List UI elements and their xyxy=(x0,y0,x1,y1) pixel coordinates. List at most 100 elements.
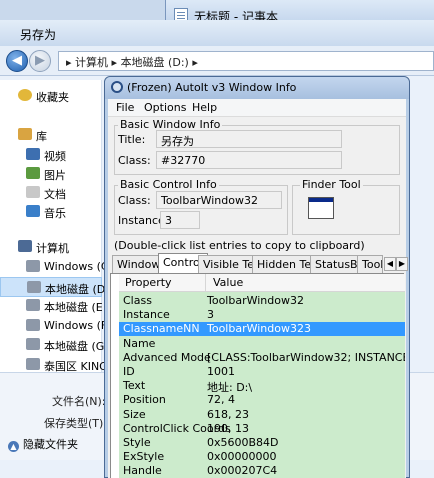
header-value[interactable]: Value xyxy=(213,276,243,289)
clipboard-hint: (Double-click list entries to copy to cl… xyxy=(114,239,365,252)
autoit-title: (Frozen) AutoIt v3 Window Info xyxy=(127,81,297,94)
property-name: Size xyxy=(123,407,146,421)
library-icon xyxy=(18,128,32,140)
breadcrumb-item-drive[interactable]: 本地磁盘 (D:) xyxy=(121,56,189,69)
nav-item-label: Windows (F xyxy=(44,319,108,332)
tab-strip: Window Control Visible Text Hidden Text … xyxy=(112,253,408,275)
nav-item[interactable]: 收藏夹 xyxy=(0,86,102,106)
control-instance-value[interactable]: 3 xyxy=(160,211,200,229)
nav-item[interactable]: 视频 xyxy=(0,145,102,165)
nav-item-label: 库 xyxy=(36,130,47,143)
header-divider[interactable] xyxy=(205,274,206,292)
filename-label: 文件名(N): xyxy=(52,395,106,408)
hide-folders-label: 隐藏文件夹 xyxy=(23,438,78,451)
menu-help[interactable]: Help xyxy=(192,101,217,114)
nav-item[interactable]: 本地磁盘 (E: xyxy=(0,296,106,316)
list-body: Class ToolbarWindow32 Instance 3 ClassnameNN… xyxy=(119,292,405,478)
save-as-title: 另存为 xyxy=(20,28,57,42)
nav-item[interactable]: Windows (C xyxy=(0,257,109,277)
table-row[interactable]: Size 618, 23 xyxy=(119,408,405,422)
hide-folders-button[interactable]: ▲ 隐藏文件夹 xyxy=(8,436,78,452)
table-row[interactable]: Handle 0x000207C4 xyxy=(119,464,405,478)
tab-scroll-right[interactable]: ▶ xyxy=(396,257,408,271)
table-row[interactable]: ControlClick Coords 190, 13 xyxy=(119,422,405,436)
property-name: ID xyxy=(123,365,135,378)
arrow-right-icon: ▶ xyxy=(35,53,45,68)
autoit-titlebar[interactable]: (Frozen) AutoIt v3 Window Info xyxy=(105,77,409,99)
document-icon xyxy=(26,186,40,198)
nav-item-label: 收藏夹 xyxy=(36,91,69,104)
nav-item[interactable]: 图片 xyxy=(0,164,102,184)
arrow-left-icon: ◀ xyxy=(12,53,22,68)
table-row[interactable]: ExStyle 0x00000000 xyxy=(119,450,405,464)
video-icon xyxy=(26,148,40,160)
star-icon xyxy=(18,89,32,101)
nav-item[interactable]: 计算机 xyxy=(0,237,102,257)
tab-toolbar[interactable]: ToolB xyxy=(357,255,383,273)
basic-control-group-label: Basic Control Info xyxy=(118,178,219,191)
property-name: Advanced Mode xyxy=(123,350,211,364)
property-name: Position xyxy=(123,393,166,407)
nav-item[interactable]: 本地磁盘 (G: xyxy=(0,335,108,355)
property-name: Instance xyxy=(123,308,170,322)
window-title-label: Title: xyxy=(118,133,146,146)
forward-button[interactable]: ▶ xyxy=(29,50,51,72)
chevron-icon: ▸ xyxy=(66,56,76,69)
nav-item-label: 文档 xyxy=(44,188,66,201)
nav-item[interactable]: 本地磁盘 (D: xyxy=(0,277,109,297)
nav-item[interactable]: 音乐 xyxy=(0,202,102,222)
table-row[interactable]: Position 72, 4 xyxy=(119,393,405,407)
property-list[interactable]: Property Value Class ToolbarWindow32 Insta… xyxy=(110,273,405,478)
table-row[interactable]: Name xyxy=(119,337,405,351)
list-header: Property Value xyxy=(119,274,405,292)
table-row[interactable]: Instance 3 xyxy=(119,308,405,322)
menu-options[interactable]: Options xyxy=(144,101,186,114)
property-value: 0x000207C4 xyxy=(207,464,278,478)
table-row[interactable]: Class ToolbarWindow32 xyxy=(119,294,405,308)
table-row[interactable]: Advanced Mode [CLASS:ToolbarWindow32; INS… xyxy=(119,351,405,365)
property-name: Handle xyxy=(123,464,162,478)
property-value: 0x5600B84D xyxy=(207,436,279,449)
property-value: [CLASS:ToolbarWindow32; INSTANCE:3] xyxy=(207,350,405,364)
nav-item[interactable]: 文档 xyxy=(0,183,102,203)
control-class-value[interactable]: ToolbarWindow32 xyxy=(156,191,282,209)
computer-icon xyxy=(18,240,32,252)
header-property[interactable]: Property xyxy=(125,276,172,289)
property-value: 618, 23 xyxy=(207,407,249,421)
drive-icon xyxy=(26,299,40,311)
property-name: ExStyle xyxy=(123,450,165,464)
table-row[interactable]: Style 0x5600B84D xyxy=(119,436,405,450)
menu-bar: File Options Help xyxy=(108,99,406,117)
menu-file[interactable]: File xyxy=(116,101,134,114)
nav-item-label: Windows (C xyxy=(44,260,109,273)
tab-scroll-left[interactable]: ◀ xyxy=(384,257,396,271)
autoit-window-info: (Frozen) AutoIt v3 Window Info File Opti… xyxy=(104,76,410,478)
window-class-label: Class: xyxy=(118,154,151,167)
music-icon xyxy=(26,205,40,217)
property-value: 0x00000000 xyxy=(207,450,277,464)
property-value: 1001 xyxy=(207,365,235,378)
nav-item[interactable]: Windows (F xyxy=(0,316,107,336)
property-value: ToolbarWindow323 xyxy=(207,322,311,336)
table-row[interactable]: ID 1001 xyxy=(119,365,405,379)
collapse-icon: ▲ xyxy=(8,441,19,452)
window-title-value[interactable]: 另存为 xyxy=(156,130,342,148)
drive-icon xyxy=(26,338,40,350)
chevron-icon: ▸ xyxy=(111,56,121,69)
finder-tool-target[interactable] xyxy=(308,197,334,219)
table-row[interactable]: ClassnameNN ToolbarWindow323 xyxy=(119,322,405,337)
chevron-icon: ▸ xyxy=(192,56,198,69)
table-row[interactable]: Text 地址: D:\ xyxy=(119,379,405,394)
breadcrumb-item-computer[interactable]: 计算机 xyxy=(75,56,108,69)
property-value: ToolbarWindow32 xyxy=(207,294,304,307)
nav-item-label: 计算机 xyxy=(36,242,69,255)
property-name: ClassnameNN xyxy=(123,322,200,336)
nav-item[interactable]: 库 xyxy=(0,125,102,145)
arrow-left-icon: ◀ xyxy=(386,259,394,268)
autoit-app-icon xyxy=(111,81,123,93)
back-button[interactable]: ◀ xyxy=(6,50,28,72)
breadcrumb: ▸ 计算机 ▸ 本地磁盘 (D:) ▸ xyxy=(66,54,198,70)
window-class-value[interactable]: #32770 xyxy=(156,151,342,169)
save-as-titlebar[interactable]: 另存为 xyxy=(0,20,434,46)
nav-item-label: 视频 xyxy=(44,150,66,163)
